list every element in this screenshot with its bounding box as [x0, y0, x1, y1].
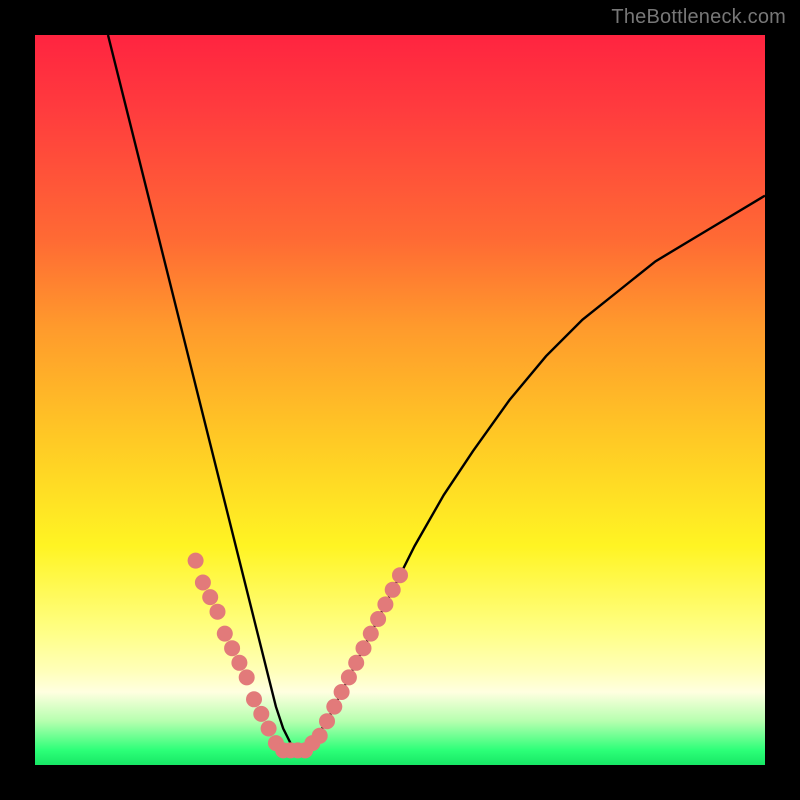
curve-marker [326, 699, 342, 715]
curve-marker [253, 706, 269, 722]
curve-marker [348, 655, 364, 671]
curve-marker [231, 655, 247, 671]
curve-marker [334, 684, 350, 700]
curve-marker [319, 713, 335, 729]
curve-marker [312, 728, 328, 744]
curve-marker [239, 669, 255, 685]
curve-marker [188, 553, 204, 569]
curve-marker [356, 640, 372, 656]
watermark-text: TheBottleneck.com [611, 6, 786, 29]
curve-marker [392, 567, 408, 583]
plot-area [35, 35, 765, 765]
curve-marker [246, 691, 262, 707]
curve-marker [341, 669, 357, 685]
curve-marker [210, 604, 226, 620]
curve-marker [195, 575, 211, 591]
bottleneck-curve-svg [35, 35, 765, 765]
curve-marker [217, 626, 233, 642]
curve-marker [202, 589, 218, 605]
curve-markers [188, 553, 408, 759]
curve-marker [363, 626, 379, 642]
curve-marker [224, 640, 240, 656]
curve-marker [385, 582, 401, 598]
curve-marker [370, 611, 386, 627]
curve-marker [261, 721, 277, 737]
chart-frame: TheBottleneck.com [0, 0, 800, 800]
curve-marker [377, 596, 393, 612]
bottleneck-curve-line [108, 35, 765, 750]
